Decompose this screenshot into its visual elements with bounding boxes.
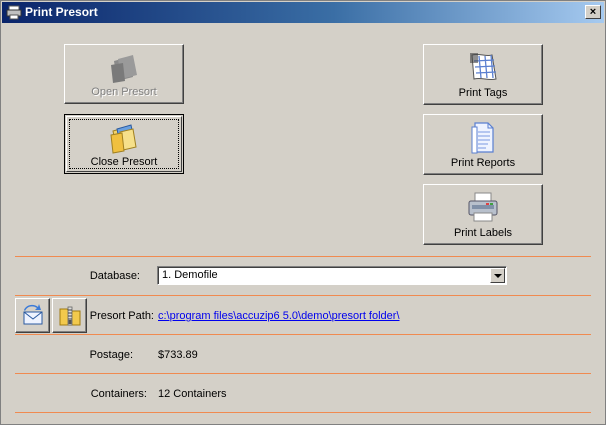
database-selected-value: 1. Demofile bbox=[162, 269, 218, 281]
separator bbox=[15, 295, 591, 296]
print-reports-button[interactable]: Print Reports bbox=[423, 114, 543, 175]
dropdown-arrow-button[interactable] bbox=[490, 268, 505, 283]
printer-icon bbox=[6, 5, 22, 20]
title-bar[interactable]: Print Presort × bbox=[2, 2, 604, 23]
postage-label: Postage: bbox=[89, 349, 133, 361]
separator bbox=[15, 256, 591, 257]
print-labels-label: Print Labels bbox=[453, 227, 513, 239]
close-presort-button[interactable]: Close Presort bbox=[64, 114, 184, 174]
label-printer-icon bbox=[468, 192, 498, 222]
database-label: Database: bbox=[89, 270, 140, 282]
close-icon: × bbox=[589, 5, 597, 18]
open-presort-button[interactable]: Open Presort bbox=[64, 44, 184, 104]
close-presort-label: Close Presort bbox=[90, 156, 158, 168]
postage-value: $733.89 bbox=[158, 349, 198, 361]
send-presort-button[interactable] bbox=[15, 298, 50, 333]
separator bbox=[15, 373, 591, 374]
print-tags-label: Print Tags bbox=[458, 87, 508, 99]
print-reports-label: Print Reports bbox=[450, 157, 516, 169]
report-document-icon bbox=[471, 122, 494, 154]
print-labels-button[interactable]: Print Labels bbox=[423, 184, 543, 245]
print-tags-button[interactable]: Print Tags bbox=[423, 44, 543, 105]
window-title: Print Presort bbox=[25, 5, 98, 19]
close-window-button[interactable]: × bbox=[585, 5, 601, 19]
containers-value: 12 Containers bbox=[158, 388, 227, 400]
print-presort-window: Print Presort × Open Presort Close Preso… bbox=[0, 0, 606, 425]
presort-path-label: Presort Path: bbox=[89, 310, 154, 322]
mail-send-icon bbox=[23, 304, 43, 325]
open-presort-label: Open Presort bbox=[91, 86, 157, 98]
database-select[interactable]: 1. Demofile bbox=[157, 266, 507, 285]
separator bbox=[15, 334, 591, 335]
tags-sheet-icon bbox=[470, 53, 497, 81]
separator bbox=[15, 412, 591, 413]
open-presort-icon bbox=[111, 55, 137, 83]
close-presort-icon bbox=[110, 124, 137, 154]
containers-label: Containers: bbox=[90, 388, 147, 400]
presort-path-link[interactable]: c:\program files\accuzip6 5.0\demo\preso… bbox=[158, 310, 400, 322]
